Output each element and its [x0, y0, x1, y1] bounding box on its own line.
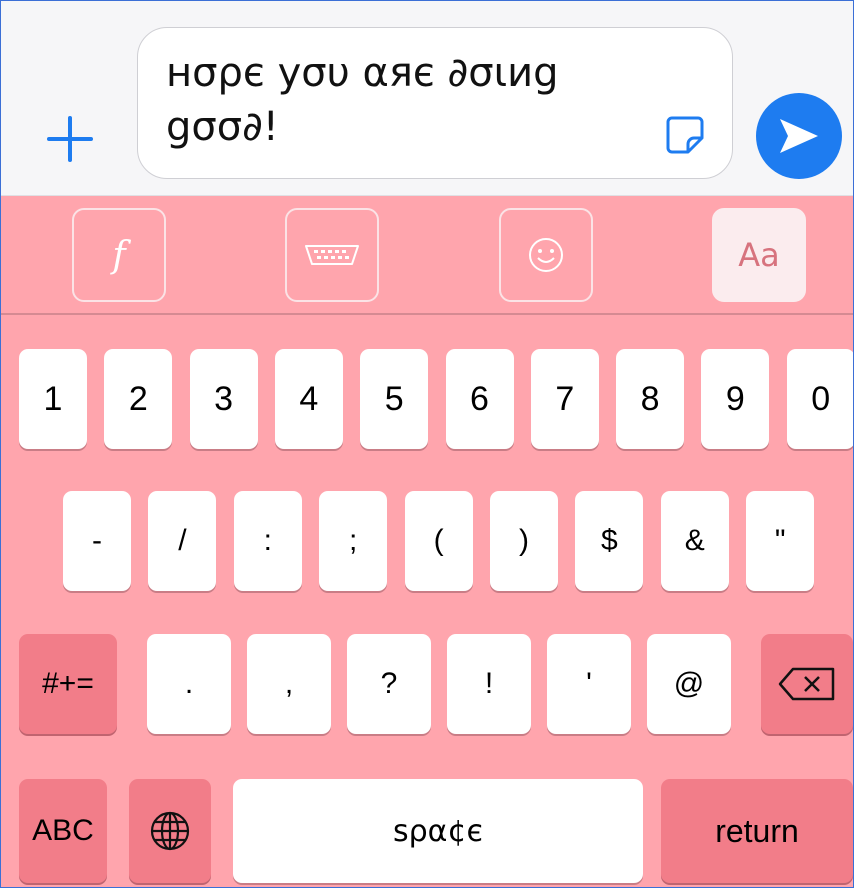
key-7[interactable]: 7	[530, 349, 599, 449]
key-punct-1[interactable]: /	[148, 491, 217, 591]
symbols-key[interactable]: #+=	[19, 634, 117, 734]
key-4[interactable]: 4	[274, 349, 343, 449]
key-2[interactable]: 2	[104, 349, 173, 449]
message-text: нσρє уσυ αяє ∂σιиg gσσ∂!	[166, 50, 559, 150]
plus-icon[interactable]	[41, 111, 101, 171]
delete-key[interactable]	[761, 634, 853, 734]
key-punct-8-label: "	[774, 524, 786, 557]
key-punct3-4[interactable]: '	[547, 634, 631, 734]
key-punct-2-label: :	[263, 524, 272, 557]
key-1[interactable]: 1	[19, 349, 87, 449]
key-punct-3-label: ;	[349, 524, 358, 557]
key-punct3-1[interactable]: ,	[247, 634, 331, 734]
key-punct3-1-label: ,	[284, 667, 294, 700]
keyboard-layout-button[interactable]	[285, 208, 379, 302]
key-3-label: 3	[214, 379, 234, 418]
key-5-label: 5	[384, 379, 404, 418]
return-key[interactable]: return	[661, 779, 853, 883]
key-punct-0[interactable]: -	[63, 491, 131, 591]
key-punct-6[interactable]: $	[575, 491, 644, 591]
key-punct-8[interactable]: "	[746, 491, 815, 591]
message-composer: нσρє уσυ αяє ∂σιиg gσσ∂!	[1, 1, 853, 196]
key-4-label: 4	[299, 379, 319, 418]
send-icon	[780, 119, 818, 153]
key-punct-5[interactable]: )	[490, 491, 558, 591]
key-1-label: 1	[43, 379, 63, 418]
key-2-label: 2	[128, 379, 148, 418]
emoji-icon	[529, 238, 563, 272]
key-punct-4[interactable]: (	[404, 491, 473, 591]
globe-icon	[150, 811, 190, 851]
space-key-label: ѕρα¢є	[393, 813, 483, 849]
font-button[interactable]: f	[72, 208, 166, 302]
key-7-label: 7	[555, 379, 575, 418]
key-punct-7-label: &	[684, 524, 705, 557]
key-punct3-2[interactable]: ?	[347, 634, 431, 734]
key-6[interactable]: 6	[445, 349, 514, 449]
key-punct-0-label: -	[92, 524, 102, 557]
delete-icon	[778, 667, 835, 701]
key-punct3-0[interactable]: .	[147, 634, 231, 734]
key-9[interactable]: 9	[701, 349, 770, 449]
key-punct3-3[interactable]: !	[447, 634, 531, 734]
key-8-label: 8	[640, 379, 660, 418]
key-punct3-5-label: @	[673, 667, 705, 700]
keyboard-toolbar: f Aa	[1, 196, 853, 315]
key-punct-7[interactable]: &	[660, 491, 729, 591]
key-8[interactable]: 8	[616, 349, 685, 449]
key-punct-4-label: (	[433, 524, 444, 557]
keyboard-icon	[305, 245, 359, 265]
key-6-label: 6	[470, 379, 489, 418]
font-icon: f	[112, 234, 126, 276]
globe-key[interactable]	[129, 779, 211, 883]
key-5[interactable]: 5	[360, 349, 429, 449]
key-punct-1-label: /	[178, 524, 187, 557]
emoji-button[interactable]	[499, 208, 593, 302]
abc-key[interactable]: ABC	[19, 779, 107, 883]
key-punct3-5[interactable]: @	[647, 634, 731, 734]
text-style-label: Aa	[738, 236, 780, 274]
space-key[interactable]: ѕρα¢є	[233, 779, 643, 883]
key-punct-5-label: )	[519, 524, 529, 557]
key-punct-3[interactable]: ;	[319, 491, 388, 591]
key-punct3-0-label: .	[184, 667, 194, 700]
text-style-button[interactable]: Aa	[712, 208, 806, 302]
sticker-icon[interactable]	[664, 114, 706, 156]
send-button[interactable]	[756, 93, 842, 179]
key-9-label: 9	[725, 379, 745, 418]
key-punct-6-label: $	[601, 524, 618, 557]
symbols-key-label: #+=	[42, 667, 94, 700]
key-0[interactable]: 0	[786, 349, 853, 449]
key-punct3-2-label: ?	[380, 667, 398, 700]
key-punct3-3-label: !	[484, 667, 494, 700]
return-key-label: return	[715, 812, 799, 849]
key-punct-2[interactable]: :	[233, 491, 302, 591]
key-0-label: 0	[811, 379, 831, 418]
abc-key-label: ABC	[32, 814, 94, 847]
message-input[interactable]: нσρє уσυ αяє ∂σιиg gσσ∂!	[137, 27, 733, 179]
key-3[interactable]: 3	[189, 349, 258, 449]
app-frame: нσρє уσυ αяє ∂σιиg gσσ∂! f Aa 1 2 3 4 5 …	[0, 0, 854, 888]
key-punct3-4-label: '	[586, 667, 592, 700]
